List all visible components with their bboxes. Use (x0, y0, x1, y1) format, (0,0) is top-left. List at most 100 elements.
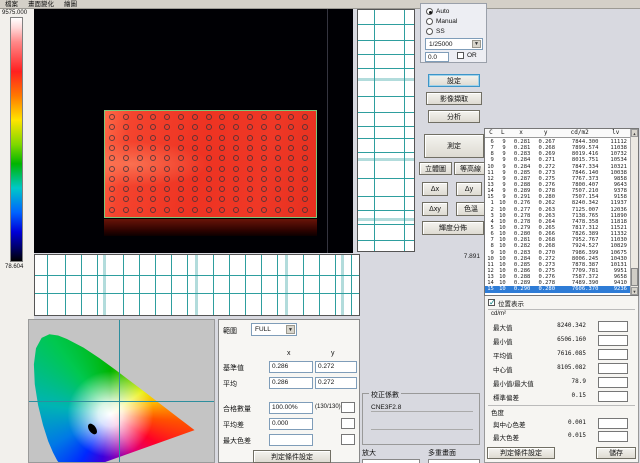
colorbar-max-value: 9575.000 (2, 10, 27, 16)
settings-button[interactable]: 設定 (428, 74, 480, 87)
gridline (123, 255, 124, 315)
avg-label: 平均值 (493, 350, 513, 360)
measurement-point (137, 176, 143, 182)
measurement-point (233, 135, 239, 141)
measurement-point (261, 114, 267, 120)
measure-button[interactable]: 測定 (424, 134, 484, 158)
center-label: 中心值 (493, 364, 513, 374)
measurement-point (109, 135, 115, 141)
measurement-point (233, 124, 239, 130)
measurement-point (247, 114, 253, 120)
stdev-label: 標準偏差 (493, 392, 519, 402)
shutter-speed-select[interactable]: 1/25000 ▼ (425, 38, 483, 50)
luminance-dist-button[interactable]: 輝度分佈 (422, 221, 484, 235)
scroll-up-icon[interactable]: ▲ (631, 129, 638, 137)
or-checkbox[interactable] (457, 52, 464, 59)
measurement-point (123, 186, 129, 192)
menu-file[interactable]: 檔案 (0, 0, 23, 8)
save-button[interactable]: 儲存 (596, 447, 636, 459)
measurement-point (206, 124, 212, 130)
measurement-point (233, 196, 239, 202)
table-row[interactable]: 15100.2900.2807606.3709236 (485, 286, 630, 292)
menu-view-change[interactable]: 畫面變化 (23, 0, 59, 8)
measurement-point (302, 176, 308, 182)
chevron-down-icon[interactable]: ▼ (472, 40, 481, 48)
measurement-point (123, 145, 129, 151)
radio-auto[interactable] (426, 8, 433, 15)
stdev-judge-box (598, 391, 628, 402)
analyze-button[interactable]: 分析 (428, 110, 480, 123)
chevron-down-icon[interactable]: ▼ (286, 325, 295, 334)
measurement-point (150, 155, 156, 161)
base-y-field[interactable]: 0.272 (315, 361, 357, 373)
radio-manual[interactable] (426, 18, 433, 25)
table-scrollbar[interactable]: ▲ ▼ (630, 129, 638, 295)
measurement-point (109, 145, 115, 151)
position-display-checkbox[interactable] (488, 299, 495, 306)
measurement-point (219, 207, 225, 213)
measurement-point (109, 155, 115, 161)
measurement-point (178, 155, 184, 161)
measurement-point (275, 155, 281, 161)
measurement-image[interactable] (34, 9, 353, 253)
calibration-value: CNE3F2.8 (371, 404, 473, 412)
menu-draw[interactable]: 繪圖 (59, 0, 82, 8)
avg-row-label: 平均 (223, 379, 237, 389)
measurement-point (288, 207, 294, 213)
measurement-point (219, 176, 225, 182)
gridline (358, 68, 414, 69)
col-x-label: x (287, 350, 291, 357)
measurement-point (123, 124, 129, 130)
measurement-point (206, 186, 212, 192)
surface3d-button[interactable]: 立體圖 (419, 162, 452, 175)
gridline (285, 255, 288, 315)
vertical-profile-graph[interactable] (357, 9, 415, 252)
scroll-down-icon[interactable]: ▼ (631, 287, 638, 295)
judge-settings-button[interactable]: 判定條件設定 (487, 447, 555, 459)
measurement-point (302, 114, 308, 120)
cie-chromaticity-diagram[interactable] (28, 319, 215, 463)
gridline (358, 138, 414, 139)
measurement-point (275, 114, 281, 120)
col-x: x (509, 129, 534, 137)
measurement-point (288, 155, 294, 161)
image-reflection (104, 219, 317, 236)
range-select[interactable]: FULL ▼ (251, 323, 297, 336)
base-x-field[interactable]: 0.286 (269, 361, 313, 373)
measurement-point (261, 176, 267, 182)
measurement-point (192, 186, 198, 192)
radio-manual-label: Manual (436, 18, 457, 25)
center-judge-box (598, 363, 628, 374)
table-body: 690.2810.2677844.30011112790.2810.268789… (485, 139, 630, 295)
measurement-point (137, 114, 143, 120)
contour-button[interactable]: 等高線 (454, 162, 487, 175)
range-judge-settings-button[interactable]: 判定條件設定 (253, 450, 331, 463)
measurement-point (123, 166, 129, 172)
measurement-point (150, 196, 156, 202)
scrollbar-thumb[interactable] (631, 268, 638, 286)
cie-crosshair-horizontal (29, 401, 214, 402)
measurement-point (288, 114, 294, 120)
measurement-point (164, 196, 170, 202)
delta-xy-button[interactable]: Δxy (422, 202, 448, 216)
base-label: 基準值 (223, 363, 244, 373)
gridline (374, 10, 375, 251)
measurement-point (109, 207, 115, 213)
gridline (245, 255, 246, 315)
color-temp-button[interactable]: 色溫 (456, 202, 486, 216)
avg-y-field: 0.272 (315, 377, 357, 389)
delta-y-button[interactable]: Δy (456, 182, 482, 196)
shutter-speed-value: 1/25000 (429, 41, 453, 48)
device-under-test-image[interactable] (104, 110, 317, 218)
gridline (81, 255, 82, 315)
measurement-point (192, 135, 198, 141)
measurement-point (219, 196, 225, 202)
delta-x-button[interactable]: Δx (422, 182, 448, 196)
measurement-point (261, 186, 267, 192)
gain-field[interactable]: 0.0 (425, 52, 449, 62)
zoom-controls-cut (362, 459, 420, 463)
measurement-point (233, 155, 239, 161)
horizontal-profile-graph[interactable] (34, 254, 360, 316)
capture-button[interactable]: 影像擷取 (426, 92, 482, 105)
radio-ss[interactable] (426, 28, 433, 35)
